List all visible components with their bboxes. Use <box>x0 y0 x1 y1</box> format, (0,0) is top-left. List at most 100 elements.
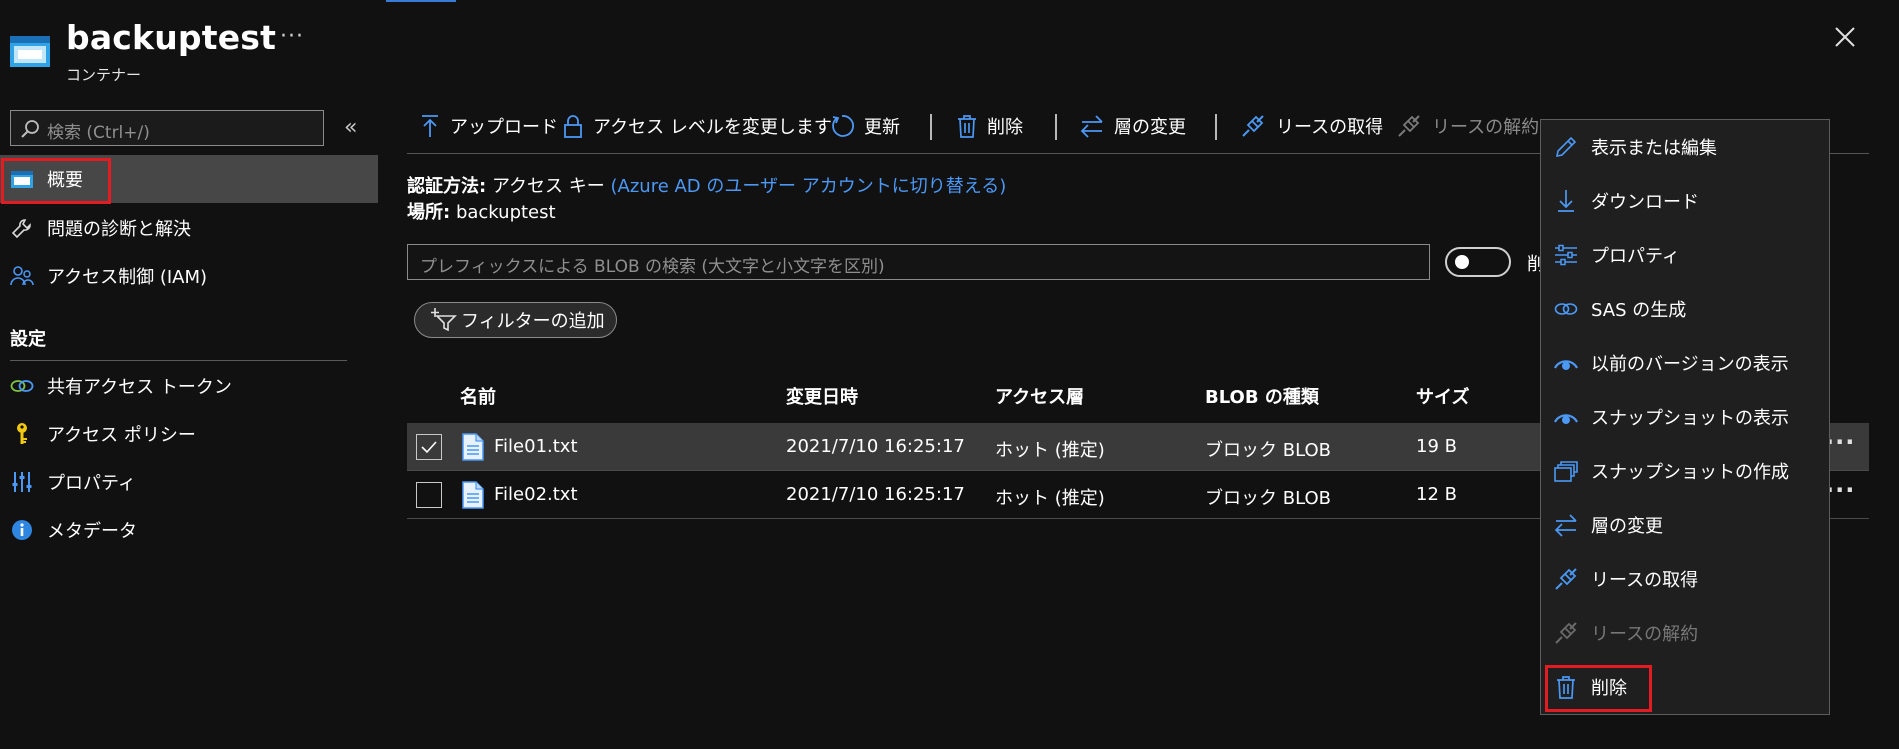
upload-button[interactable]: アップロード <box>420 110 558 142</box>
trash-icon <box>957 114 977 138</box>
row-tier: ホット (推定) <box>995 488 1105 509</box>
menu-item-label: リースの取得 <box>1591 570 1699 591</box>
menu-item-properties[interactable]: プロパティ <box>1541 228 1829 282</box>
menu-item-break-lease[interactable]: リースの解約 <box>1541 606 1829 660</box>
wrench-icon <box>9 215 35 241</box>
highlight-box-overview <box>1 158 111 204</box>
link-icon <box>1553 301 1579 317</box>
auth-method-label: 認証方法: <box>407 176 487 197</box>
people-icon <box>9 263 35 289</box>
menu-item-label: ダウンロード <box>1591 192 1699 213</box>
column-header-size[interactable]: サイズ <box>1416 383 1469 409</box>
add-filter-button[interactable]: フィルターの追加 <box>414 302 617 338</box>
row-name[interactable]: File02.txt <box>494 484 578 505</box>
key-icon <box>9 421 35 447</box>
row-size: 19 B <box>1416 436 1457 457</box>
blob-prefix-search-input[interactable]: プレフィックスによる BLOB の検索 (大文字と小文字を区別) <box>407 244 1430 280</box>
upload-label: アップロード <box>450 117 558 138</box>
break-lease-button[interactable]: リースの解約 <box>1396 110 1539 142</box>
menu-item-label: 表示または編集 <box>1591 138 1717 159</box>
row-type: ブロック BLOB <box>1205 440 1331 461</box>
delete-label: 削除 <box>987 117 1023 138</box>
row-checkbox[interactable] <box>416 482 442 508</box>
sidebar-search-input[interactable]: 検索 (Ctrl+/) <box>10 110 324 146</box>
row-type: ブロック BLOB <box>1205 488 1331 509</box>
top-link-fragment <box>386 0 456 2</box>
blob-context-menu: 表示または編集 ダウンロード プロパティ SAS の生成 以前のバージョンの表示… <box>1540 119 1830 715</box>
sidebar-item-diagnose[interactable]: 問題の診断と解決 <box>0 204 378 252</box>
menu-item-create-snapshot[interactable]: スナップショットの作成 <box>1541 444 1829 498</box>
menu-item-view-snapshots[interactable]: スナップショットの表示 <box>1541 390 1829 444</box>
delete-button[interactable]: 削除 <box>957 110 1023 142</box>
file-icon <box>462 433 484 461</box>
toolbar-separator <box>1215 114 1217 140</box>
break-lease-icon <box>1553 620 1579 646</box>
sidebar-search-placeholder: 検索 (Ctrl+/) <box>47 123 150 143</box>
eye-icon <box>1553 356 1579 370</box>
page-subtitle: コンテナー <box>66 66 142 84</box>
sidebar-item-access-policy[interactable]: アクセス ポリシー <box>0 410 378 458</box>
toggle-label: 削 <box>1527 254 1541 274</box>
row-checkbox[interactable] <box>416 434 442 460</box>
menu-item-download[interactable]: ダウンロード <box>1541 174 1829 228</box>
page-title: backuptest <box>66 18 277 57</box>
auth-method-value: アクセス キー <box>491 176 605 197</box>
pencil-icon <box>1553 136 1579 158</box>
auth-method-info: 認証方法: アクセス キー (Azure AD のユーザー アカウントに切り替え… <box>407 172 1006 198</box>
change-access-level-label: アクセス レベルを変更します <box>593 117 832 138</box>
close-icon <box>1835 27 1855 47</box>
show-deleted-toggle[interactable] <box>1445 247 1511 277</box>
switch-to-azure-ad-link[interactable]: (Azure AD のユーザー アカウントに切り替える) <box>611 176 1007 197</box>
row-size: 12 B <box>1416 484 1457 505</box>
change-tier-button[interactable]: 層の変更 <box>1080 110 1186 142</box>
column-header-blob-type[interactable]: BLOB の種類 <box>1205 383 1319 409</box>
break-lease-label: リースの解約 <box>1432 117 1540 138</box>
menu-item-label: 以前のバージョンの表示 <box>1591 354 1789 375</box>
lock-icon <box>563 114 583 138</box>
change-access-level-button[interactable]: アクセス レベルを変更します <box>563 110 832 142</box>
menu-item-generate-sas[interactable]: SAS の生成 <box>1541 282 1829 336</box>
row-name[interactable]: File01.txt <box>494 436 578 457</box>
refresh-button[interactable]: 更新 <box>830 110 900 142</box>
container-icon <box>10 33 50 67</box>
change-tier-label: 層の変更 <box>1114 117 1186 138</box>
sidebar-item-properties[interactable]: プロパティ <box>0 458 378 506</box>
search-icon <box>20 119 40 139</box>
sidebar-item-iam[interactable]: アクセス制御 (IAM) <box>0 252 378 300</box>
sidebar-item-label: 問題の診断と解決 <box>47 219 191 240</box>
menu-item-change-tier[interactable]: 層の変更 <box>1541 498 1829 552</box>
menu-item-view-edit[interactable]: 表示または編集 <box>1541 120 1829 174</box>
row-modified: 2021/7/10 16:25:17 <box>786 436 965 457</box>
column-header-access-tier[interactable]: アクセス層 <box>995 383 1084 409</box>
menu-item-acquire-lease[interactable]: リースの取得 <box>1541 552 1829 606</box>
column-header-name[interactable]: 名前 <box>460 383 496 409</box>
sliders-icon <box>9 469 35 495</box>
break-lease-icon <box>1396 113 1422 139</box>
menu-item-view-versions[interactable]: 以前のバージョンの表示 <box>1541 336 1829 390</box>
sidebar-item-metadata[interactable]: メタデータ <box>0 506 378 554</box>
settings-section-header: 設定 <box>10 329 46 350</box>
location-label: 場所: <box>407 202 451 223</box>
lease-icon <box>1553 566 1579 592</box>
swap-icon <box>1080 114 1104 138</box>
collapse-sidebar-button[interactable]: « <box>344 115 357 140</box>
acquire-lease-label: リースの取得 <box>1276 117 1384 138</box>
info-icon <box>9 517 35 543</box>
download-icon <box>1553 189 1579 213</box>
link-icon <box>9 373 35 399</box>
toolbar-separator <box>930 114 932 140</box>
menu-item-label: プロパティ <box>1591 246 1680 267</box>
row-tier: ホット (推定) <box>995 440 1105 461</box>
sidebar-item-shared-access-tokens[interactable]: 共有アクセス トークン <box>0 362 378 410</box>
column-header-modified[interactable]: 変更日時 <box>786 383 858 409</box>
sidebar-item-label: アクセス制御 (IAM) <box>47 267 208 288</box>
refresh-label: 更新 <box>864 117 900 138</box>
title-more-button[interactable]: ··· <box>280 24 304 49</box>
close-button[interactable] <box>1833 25 1857 49</box>
eye-icon <box>1553 410 1579 424</box>
toolbar-separator <box>1055 114 1057 140</box>
acquire-lease-button[interactable]: リースの取得 <box>1240 110 1383 142</box>
sidebar-item-label: 共有アクセス トークン <box>47 377 232 398</box>
swap-icon <box>1553 513 1579 537</box>
highlight-box-delete <box>1545 665 1652 712</box>
